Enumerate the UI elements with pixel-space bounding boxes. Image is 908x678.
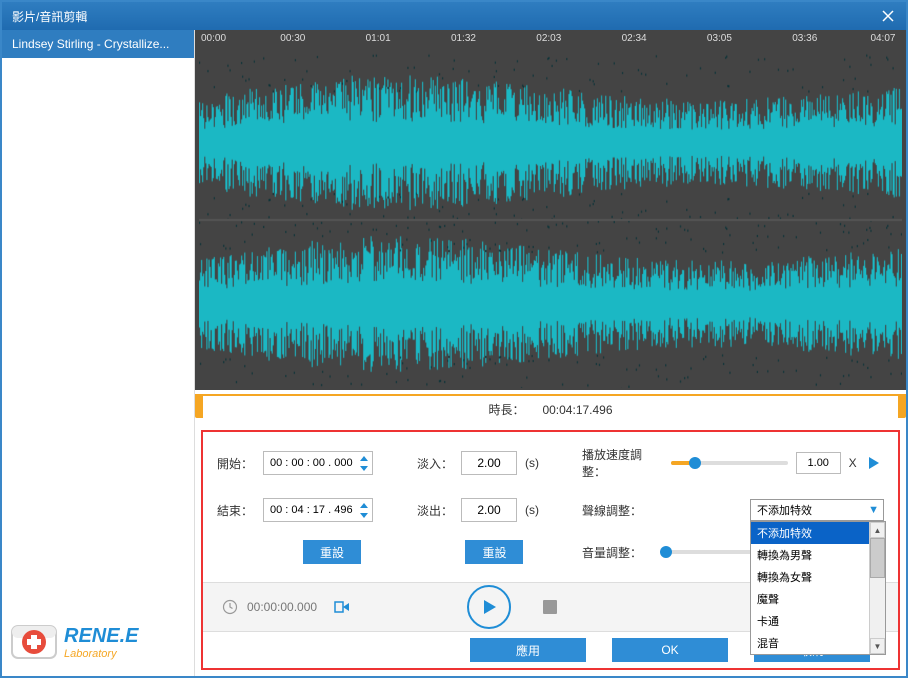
dropdown-item[interactable]: 卡通	[751, 610, 869, 632]
scroll-thumb[interactable]	[870, 538, 885, 578]
close-button[interactable]	[870, 2, 906, 30]
selection-handle-left[interactable]	[195, 394, 203, 418]
ruler-tick: 01:32	[451, 33, 476, 44]
start-label: 開始：	[217, 455, 253, 472]
end-time-input[interactable]: 00 : 04 : 17 . 496	[263, 498, 373, 522]
voice-label: 聲線調整：	[582, 502, 658, 519]
body: Lindsey Stirling - Crystallize... RENE.E…	[2, 30, 906, 676]
ok-button[interactable]: OK	[612, 638, 728, 662]
fadeout-label: 淡出：	[417, 502, 453, 519]
logo: RENE.E Laboratory	[2, 608, 194, 676]
controls-panel: 開始： 00 : 00 : 00 . 000 淡入： 2.00 (s)	[201, 430, 900, 670]
speed-value[interactable]: 1.00	[796, 452, 841, 474]
fadeout-input[interactable]: 2.00	[461, 498, 517, 522]
dropdown-item[interactable]: 混音	[751, 632, 869, 654]
clock-icon	[221, 598, 239, 616]
speed-preview-button[interactable]	[865, 453, 884, 473]
end-time-value: 00 : 04 : 17 . 496	[270, 504, 358, 516]
stop-button[interactable]	[543, 600, 557, 614]
dropdown-item[interactable]: 魔聲	[751, 588, 869, 610]
volume-label: 音量調整：	[582, 544, 658, 561]
fadein-unit: (s)	[525, 456, 539, 470]
dropdown-item[interactable]: 不添加特效	[751, 522, 869, 544]
titlebar: 影片/音訊剪輯	[2, 2, 906, 30]
speed-label: 播放速度調整：	[582, 446, 664, 480]
app-window: 影片/音訊剪輯 Lindsey Stirling - Crystallize..…	[0, 0, 908, 678]
duration-bar: 時長： 00:04:17.496	[195, 394, 906, 424]
duration-label: 時長：	[488, 401, 524, 418]
duration-value: 00:04:17.496	[542, 403, 612, 417]
window-title: 影片/音訊剪輯	[12, 8, 87, 25]
end-spinner-up[interactable]	[358, 501, 370, 510]
ruler-tick: 03:05	[707, 33, 732, 44]
start-spinner-up[interactable]	[358, 454, 370, 463]
volume-slider-thumb[interactable]	[660, 546, 672, 558]
fadein-label: 淡入：	[417, 455, 453, 472]
voice-dropdown-selected: 不添加特效	[757, 502, 812, 518]
ruler-tick: 03:36	[792, 33, 817, 44]
play-icon	[479, 597, 499, 617]
playback-time: 00:00:00.000	[247, 600, 317, 614]
end-label: 結束：	[217, 502, 253, 519]
start-time-value: 00 : 00 : 00 . 000	[270, 457, 358, 469]
speed-x: X	[849, 456, 857, 470]
sidebar: Lindsey Stirling - Crystallize... RENE.E…	[2, 30, 195, 676]
timeline-area: 00:00 00:30 01:01 01:32 02:03 02:34 03:0…	[195, 30, 906, 394]
waveform[interactable]	[195, 50, 906, 390]
track-list-item[interactable]: Lindsey Stirling - Crystallize...	[2, 30, 194, 58]
dropdown-scrollbar[interactable]: ▲ ▼	[869, 522, 885, 654]
start-spinner-down[interactable]	[358, 464, 370, 473]
timeline-ruler[interactable]: 00:00 00:30 01:01 01:32 02:03 02:34 03:0…	[195, 30, 906, 50]
ruler-tick: 04:07	[870, 33, 895, 44]
row-end: 結束： 00 : 04 : 17 . 496 淡出： 2.00 (s)	[217, 498, 884, 522]
chevron-down-icon: ▼	[868, 504, 879, 516]
logo-text-main: RENE.E	[64, 625, 138, 648]
selection-handle-right[interactable]	[898, 394, 906, 418]
apply-button[interactable]: 應用	[470, 638, 586, 662]
reset-time-button[interactable]: 重設	[303, 540, 361, 564]
ruler-tick: 02:03	[536, 33, 561, 44]
dropdown-item[interactable]: 轉換為男聲	[751, 544, 869, 566]
voice-dropdown-list: 不添加特效 轉換為男聲 轉換為女聲 魔聲 卡通 混音 回音 1 回音 2	[750, 521, 886, 655]
end-spinner-down[interactable]	[358, 511, 370, 520]
ruler-tick: 01:01	[366, 33, 391, 44]
track-name: Lindsey Stirling - Crystallize...	[12, 37, 169, 51]
set-marker-button[interactable]	[331, 596, 353, 618]
ruler-tick: 00:00	[201, 33, 226, 44]
play-icon	[866, 455, 882, 471]
waveform-canvas	[199, 52, 902, 388]
speed-slider[interactable]	[671, 461, 787, 465]
playback-time-group: 00:00:00.000	[221, 596, 353, 618]
speed-slider-thumb[interactable]	[689, 457, 701, 469]
marker-icon	[333, 598, 351, 616]
reset-fade-button[interactable]: 重設	[465, 540, 523, 564]
fadeout-unit: (s)	[525, 503, 539, 517]
logo-text-sub: Laboratory	[64, 648, 138, 660]
scroll-up-icon[interactable]: ▲	[870, 522, 885, 538]
fadein-input[interactable]: 2.00	[461, 451, 517, 475]
ruler-tick: 00:30	[280, 33, 305, 44]
dropdown-item[interactable]: 轉換為女聲	[751, 566, 869, 588]
start-time-input[interactable]: 00 : 00 : 00 . 000	[263, 451, 373, 475]
voice-dropdown[interactable]: 不添加特效 ▼ 不添加特效 轉換為男聲 轉換為女聲 魔聲 卡通	[750, 499, 884, 521]
main-panel: 00:00 00:30 01:01 01:32 02:03 02:34 03:0…	[195, 30, 906, 676]
scroll-down-icon[interactable]: ▼	[870, 638, 885, 654]
close-icon	[882, 10, 894, 22]
row-start: 開始： 00 : 00 : 00 . 000 淡入： 2.00 (s)	[217, 446, 884, 480]
ruler-tick: 02:34	[622, 33, 647, 44]
play-button[interactable]	[467, 585, 511, 629]
logo-icon	[10, 618, 58, 666]
